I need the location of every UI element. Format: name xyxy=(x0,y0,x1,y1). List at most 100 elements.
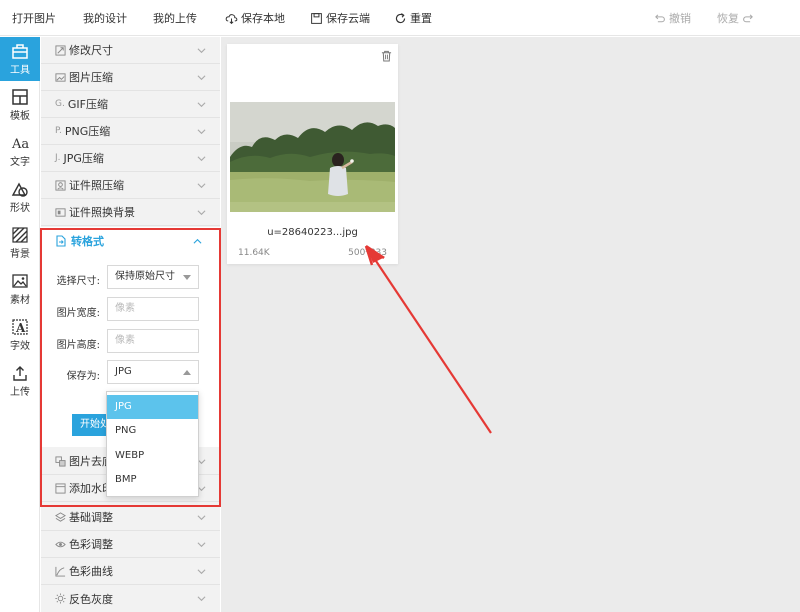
my-designs-button[interactable]: 我的设计 xyxy=(83,10,127,26)
open-image-label: 打开图片 xyxy=(12,12,56,25)
chevron-down-icon xyxy=(197,102,206,108)
image-icon xyxy=(12,274,28,288)
option-webp[interactable]: WEBP xyxy=(107,444,198,468)
tool-gif-compress[interactable]: G. GIF压缩 xyxy=(41,91,220,118)
convert-file-icon xyxy=(56,235,66,247)
redo-button[interactable]: 恢复 xyxy=(717,10,755,26)
tool-jpg-compress[interactable]: J. JPG压缩 xyxy=(41,145,220,172)
curve-icon xyxy=(55,566,66,577)
sidebar-item-shapes[interactable]: 形状 xyxy=(0,175,40,219)
tool-label: JPG压缩 xyxy=(63,152,104,165)
tool-label: 修改尺寸 xyxy=(69,44,113,57)
chevron-down-icon xyxy=(197,542,206,548)
left-icon-bar: 工具 模板 Aa 文字 形状 背景 素材 A 字效 上传 xyxy=(0,37,40,612)
tool-label: PNG压缩 xyxy=(64,125,111,138)
tool-basic-adjust[interactable]: 基础调整 xyxy=(41,504,220,531)
shape-icon xyxy=(11,182,28,197)
svg-text:Aa: Aa xyxy=(11,137,29,152)
save-disk-icon xyxy=(311,12,322,24)
my-uploads-label: 我的上传 xyxy=(153,12,197,25)
width-input[interactable]: 像素 xyxy=(107,297,199,321)
tool-label: GIF压缩 xyxy=(67,98,108,111)
tool-color-curves[interactable]: 色彩曲线 xyxy=(41,558,220,585)
sidebar-item-label: 上传 xyxy=(10,387,30,398)
sidebar-item-tools[interactable]: 工具 xyxy=(0,37,40,81)
tool-resize[interactable]: 修改尺寸 xyxy=(41,37,220,64)
redo-label: 恢复 xyxy=(717,12,739,25)
chevron-down-icon xyxy=(197,75,206,81)
sidebar-item-background[interactable]: 背景 xyxy=(0,221,40,265)
id-card-icon xyxy=(55,207,66,217)
jpg-icon: J. xyxy=(55,153,61,163)
sidebar-item-text[interactable]: Aa 文字 xyxy=(0,129,40,173)
sidebar-item-label: 模板 xyxy=(10,111,30,122)
template-icon xyxy=(12,89,28,105)
height-input[interactable]: 像素 xyxy=(107,329,199,353)
my-designs-label: 我的设计 xyxy=(83,12,127,25)
tool-color-adjust[interactable]: 色彩调整 xyxy=(41,531,220,558)
chevron-up-icon[interactable] xyxy=(193,237,202,246)
tool-compress[interactable]: 图片压缩 xyxy=(41,64,220,91)
tool-convert-format[interactable]: 转格式 xyxy=(41,227,220,255)
file-name: u=28640223...jpg xyxy=(267,227,358,238)
svg-text:A: A xyxy=(15,321,26,335)
tool-label: 色彩曲线 xyxy=(69,565,113,578)
sidebar-item-label: 文字 xyxy=(10,157,30,168)
height-label: 图片高度: xyxy=(56,340,100,351)
save-local-button[interactable]: 保存本地 xyxy=(225,10,285,26)
undo-button[interactable]: 撤销 xyxy=(653,10,691,26)
chevron-down-icon xyxy=(197,183,206,189)
size-select-value: 保持原始尺寸 xyxy=(115,271,175,282)
sidebar-item-label: 素材 xyxy=(10,295,30,306)
tool-id-photo-background[interactable]: 证件照换背景 xyxy=(41,199,220,226)
save-local-label: 保存本地 xyxy=(241,12,285,25)
undo-icon xyxy=(655,13,665,22)
text-icon: Aa xyxy=(11,137,29,152)
option-bmp[interactable]: BMP xyxy=(107,468,198,492)
option-png[interactable]: PNG xyxy=(107,419,198,443)
save-cloud-button[interactable]: 保存云端 xyxy=(310,10,370,26)
chevron-down-icon xyxy=(197,129,206,135)
sidebar-item-label: 形状 xyxy=(10,203,30,214)
tool-id-photo-compress[interactable]: 证件照压缩 xyxy=(41,172,220,199)
chevron-down-icon xyxy=(197,48,206,54)
chevron-down-icon xyxy=(197,596,206,602)
image-thumbnail xyxy=(230,102,395,212)
sun-icon xyxy=(55,593,66,604)
tool-label: 图片压缩 xyxy=(69,71,113,84)
sidebar-item-label: 背景 xyxy=(10,249,30,260)
caret-up-icon xyxy=(183,370,191,375)
chevron-down-icon xyxy=(197,569,206,575)
sidebar-item-materials[interactable]: 素材 xyxy=(0,267,40,311)
id-card-icon xyxy=(55,179,66,191)
image-card[interactable]: u=28640223...jpg 11.64K 500*333 xyxy=(227,44,398,264)
layers-icon xyxy=(55,511,66,522)
save-as-dropdown: JPG PNG WEBP BMP xyxy=(106,391,199,497)
sidebar-item-templates[interactable]: 模板 xyxy=(0,83,40,127)
tool-label: 证件照压缩 xyxy=(69,179,124,192)
reset-label: 重置 xyxy=(410,12,432,25)
reset-button[interactable]: 重置 xyxy=(394,10,432,26)
tool-invert-grayscale[interactable]: 反色灰度 xyxy=(41,585,220,612)
size-select[interactable]: 保持原始尺寸 xyxy=(107,265,199,289)
open-image-button[interactable]: 打开图片 xyxy=(12,10,56,26)
sidebar-item-text-effects[interactable]: A 字效 xyxy=(0,313,40,357)
cloud-download-icon xyxy=(225,13,238,24)
chevron-down-icon xyxy=(197,515,206,521)
file-size: 11.64K xyxy=(238,248,270,258)
save-as-select[interactable]: JPG xyxy=(107,360,199,384)
refresh-icon xyxy=(395,12,406,23)
sidebar-item-upload[interactable]: 上传 xyxy=(0,359,40,403)
gif-icon: G. xyxy=(55,99,65,109)
save-cloud-label: 保存云端 xyxy=(326,12,370,25)
png-icon: P. xyxy=(55,126,62,136)
eye-icon xyxy=(55,541,66,547)
my-uploads-button[interactable]: 我的上传 xyxy=(153,10,197,26)
text-effect-icon: A xyxy=(12,319,28,335)
save-as-value: JPG xyxy=(115,366,132,377)
sidebar-item-label: 字效 xyxy=(10,341,30,352)
upload-icon xyxy=(13,366,27,381)
tool-png-compress[interactable]: P. PNG压缩 xyxy=(41,118,220,145)
option-jpg[interactable]: JPG xyxy=(107,395,198,419)
trash-icon[interactable] xyxy=(381,50,392,62)
